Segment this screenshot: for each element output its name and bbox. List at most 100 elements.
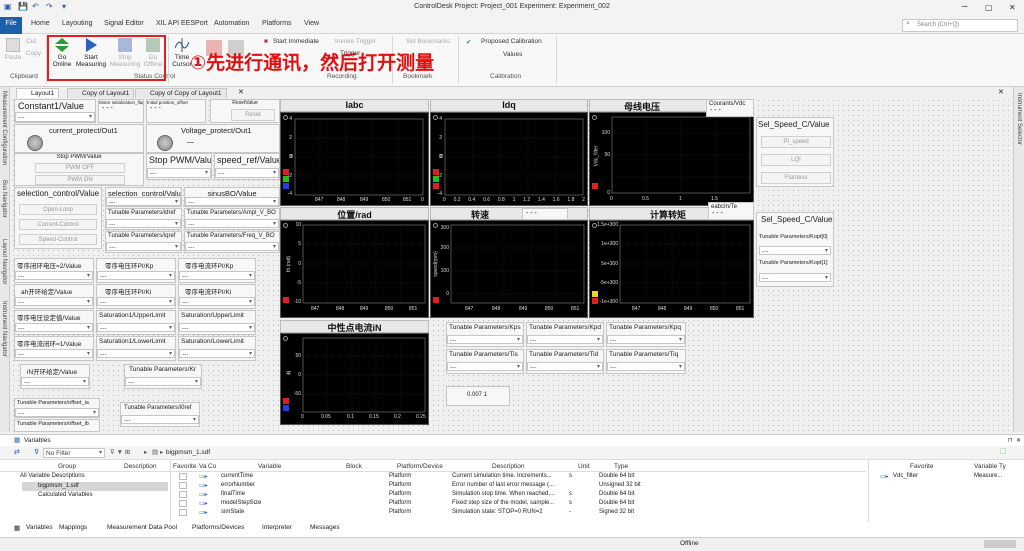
export-icon[interactable]: ⬚ bbox=[1000, 447, 1007, 455]
menu-view[interactable]: View bbox=[304, 20, 319, 27]
open-loop-button[interactable]: Open-Loop bbox=[19, 204, 97, 215]
col-unit[interactable]: Unit bbox=[578, 463, 590, 470]
selection-control2-input[interactable]: --- bbox=[106, 197, 181, 206]
idref-input[interactable]: --- bbox=[106, 219, 181, 228]
filter-dropdown[interactable]: No Filter bbox=[43, 448, 105, 458]
plot-settings-icon[interactable] bbox=[283, 336, 288, 341]
current-control-button[interactable]: Current-Control bbox=[19, 219, 97, 230]
reset-button[interactable]: Reset bbox=[231, 109, 275, 121]
menu-automation[interactable]: Automation bbox=[214, 20, 249, 27]
in-open-input[interactable]: --- bbox=[21, 377, 89, 386]
measurement-configuration-tab[interactable]: Measurement Configuration bbox=[1, 91, 7, 165]
col-type[interactable]: Type bbox=[614, 463, 628, 470]
tab-measurement-data-pool[interactable]: Measurement Data Pool bbox=[107, 524, 177, 531]
tab-platforms-devices[interactable]: Platforms/Devices bbox=[192, 524, 244, 531]
proposed-calibration-button[interactable]: Proposed Calibration bbox=[481, 38, 542, 45]
menu-xil-api[interactable]: XIL API EESPort bbox=[156, 20, 208, 27]
menu-layouting[interactable]: Layouting bbox=[62, 20, 92, 27]
tab-copy-of-copy-of-layout1[interactable]: Copy of Copy of Layout1 bbox=[135, 88, 227, 98]
tis-input[interactable]: --- bbox=[447, 362, 523, 371]
sinus-input[interactable]: --- bbox=[185, 197, 279, 206]
zero-curr-ki-input[interactable]: --- bbox=[179, 297, 255, 306]
freq-input[interactable]: --- bbox=[185, 242, 279, 251]
col-fav-favorite[interactable]: Favorite bbox=[910, 463, 933, 470]
menu-signal-editor[interactable]: Signal Editor bbox=[104, 20, 144, 27]
tab-mappings[interactable]: Mappings bbox=[59, 524, 87, 531]
group-calculated[interactable]: Calculated Variables bbox=[38, 492, 93, 498]
table-row[interactable]: ▭▸ finalTime Platform Simulation stop ti… bbox=[171, 491, 866, 500]
pin-icon[interactable]: ⊓ bbox=[1008, 437, 1013, 444]
favorite-checkbox[interactable] bbox=[179, 509, 187, 516]
ampl-input[interactable]: --- bbox=[185, 219, 279, 228]
table-row[interactable]: ▭▸ errorNumber Platform Error number of … bbox=[171, 482, 866, 491]
nav-arrow-icon[interactable]: ▸ bbox=[144, 448, 147, 456]
col-va[interactable]: Va bbox=[199, 463, 206, 470]
kpq-input[interactable]: --- bbox=[607, 335, 685, 344]
col-description[interactable]: Description bbox=[124, 463, 157, 470]
kopt1-input[interactable]: --- bbox=[759, 273, 831, 282]
table-row[interactable]: ▭▸ currentTime Platform Current simulati… bbox=[171, 473, 866, 482]
menu-home[interactable]: Home bbox=[31, 20, 50, 27]
lqi-button[interactable]: LQI bbox=[761, 154, 831, 166]
i0ref-input[interactable]: --- bbox=[121, 415, 199, 424]
col-block[interactable]: Block bbox=[346, 463, 362, 470]
constant1-input[interactable]: --- bbox=[15, 112, 95, 122]
sat1-lower-input[interactable]: --- bbox=[97, 349, 175, 358]
values-button[interactable]: Values bbox=[503, 51, 522, 58]
favorite-checkbox[interactable] bbox=[179, 482, 187, 489]
col-fav-variable-type[interactable]: Variable Ty bbox=[974, 463, 1006, 470]
zero-volt-ki-input[interactable]: --- bbox=[97, 297, 175, 306]
zero-loop2-input[interactable]: --- bbox=[15, 271, 93, 280]
tp-kr-input[interactable]: --- bbox=[125, 377, 201, 386]
close-button[interactable]: ✕ bbox=[1009, 3, 1016, 12]
kps-input[interactable]: --- bbox=[447, 335, 523, 344]
favorite-checkbox[interactable] bbox=[179, 491, 187, 498]
pwm-on-button[interactable]: PWM ON bbox=[35, 175, 125, 185]
start-immediate-button[interactable]: Start Immediate bbox=[273, 38, 319, 45]
copy-button[interactable]: Copy bbox=[26, 50, 41, 57]
invoke-trigger-button[interactable]: Invoke Trigger bbox=[335, 38, 376, 45]
col-var-description[interactable]: Description bbox=[492, 463, 525, 470]
kopt0-input[interactable]: --- bbox=[759, 246, 831, 255]
instrument-navigator-tab[interactable]: Instrument Navigator bbox=[1, 301, 7, 357]
filter-icons[interactable]: ⊽ ▼ ⊞ bbox=[110, 448, 130, 456]
cut-button[interactable]: Cut bbox=[26, 38, 36, 45]
tiq-input[interactable]: --- bbox=[607, 362, 685, 371]
breadcrumb-path[interactable]: bigpmsm_1.sdf bbox=[166, 449, 210, 456]
group-bigpmsm[interactable]: bigpmsm_1.sdf bbox=[38, 483, 79, 489]
iqref-input[interactable]: --- bbox=[106, 242, 181, 251]
tid-input[interactable]: --- bbox=[527, 362, 603, 371]
favorite-checkbox[interactable] bbox=[179, 500, 187, 507]
paste-button[interactable]: Paste bbox=[4, 38, 22, 61]
set-bookmarks-button[interactable]: Set Bookmarks bbox=[406, 38, 450, 45]
ah-open-input[interactable]: --- bbox=[15, 297, 93, 306]
sat1-upper-input[interactable]: --- bbox=[97, 323, 175, 332]
plot-settings-icon[interactable] bbox=[592, 115, 597, 120]
sync-icon[interactable]: ⇄ bbox=[14, 448, 20, 456]
group-all[interactable]: All Variable Descriptions bbox=[20, 473, 85, 479]
zero-curr-loop1-input[interactable]: --- bbox=[15, 349, 93, 358]
zero-curr-kp-input[interactable]: --- bbox=[179, 271, 255, 280]
col-variable[interactable]: Variable bbox=[258, 463, 281, 470]
favorite-checkbox[interactable] bbox=[179, 473, 187, 480]
zero-volt-given-input[interactable]: --- bbox=[15, 323, 93, 332]
instrument-selector-tab[interactable]: Instrument Selector bbox=[1016, 93, 1022, 145]
tab-interpreter[interactable]: Interpreter bbox=[262, 524, 292, 531]
sat-upper-input[interactable]: --- bbox=[179, 323, 255, 332]
pwm-off-button[interactable]: PWM OFF bbox=[35, 163, 125, 173]
table-row[interactable]: ▭▸ simState Platform Simulation state: S… bbox=[171, 509, 866, 518]
kpd-input[interactable]: --- bbox=[527, 335, 603, 344]
table-row[interactable]: ▭▸ modelStepSize Platform Fixed step siz… bbox=[171, 500, 866, 509]
maximize-button[interactable]: ▢ bbox=[985, 3, 993, 12]
tab-copy-of-layout1[interactable]: Copy of Layout1 bbox=[67, 88, 135, 98]
col-co[interactable]: Co bbox=[208, 463, 216, 470]
bus-navigator-tab[interactable]: Bus Navigator bbox=[1, 180, 7, 218]
favorite-variable-name[interactable]: Vdc_filter bbox=[893, 473, 918, 479]
sat-lower-input[interactable]: --- bbox=[179, 349, 255, 358]
minimize-button[interactable]: – bbox=[962, 1, 968, 12]
tab-messages[interactable]: Messages bbox=[310, 524, 340, 531]
zero-volt-kp-input[interactable]: --- bbox=[97, 271, 175, 280]
panel-close-icon[interactable]: ✕ bbox=[1016, 437, 1021, 444]
speed-control-button[interactable]: Speed-Control bbox=[19, 234, 97, 245]
search-input[interactable]: Search (Ctrl+Q) bbox=[902, 19, 1018, 32]
